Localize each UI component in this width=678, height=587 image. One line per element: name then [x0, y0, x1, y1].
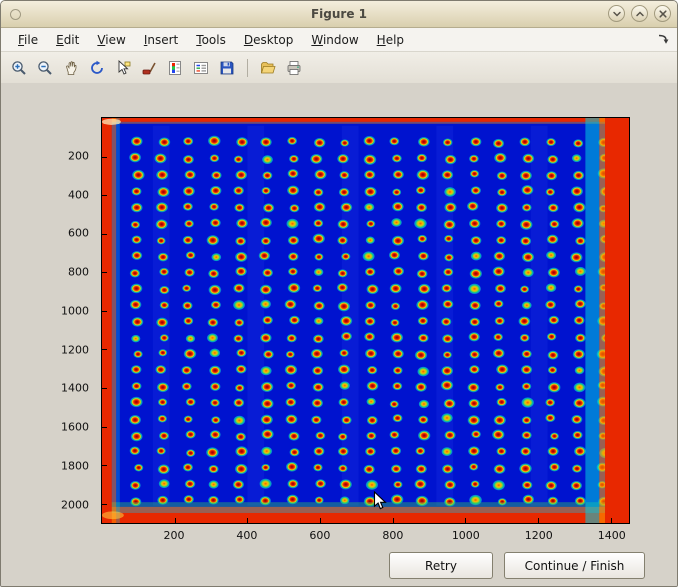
close-button[interactable]: [654, 5, 671, 22]
y-tick-label: 600: [68, 227, 89, 240]
pan-icon: [63, 60, 79, 76]
x-tick-label: 200: [163, 529, 184, 542]
open-folder-button[interactable]: [256, 56, 280, 80]
y-tick-label: 200: [68, 149, 89, 162]
insert-legend-button[interactable]: [189, 56, 213, 80]
data-cursor-icon: [115, 60, 131, 76]
insert-colorbar-button[interactable]: [163, 56, 187, 80]
menubar: File Edit View Insert Tools Desktop Wind…: [1, 28, 677, 52]
titlebar[interactable]: Figure 1: [1, 1, 677, 28]
window-buttons: [608, 5, 671, 22]
dock-figure-icon: [656, 32, 670, 46]
menu-insert[interactable]: Insert: [135, 30, 187, 50]
pan-button[interactable]: [59, 56, 83, 80]
rotate-3d-button[interactable]: [85, 56, 109, 80]
y-tick-label: 800: [68, 266, 89, 279]
zoom-out-icon: [37, 60, 53, 76]
open-folder-icon: [260, 60, 276, 76]
continue-finish-button[interactable]: Continue / Finish: [504, 552, 645, 579]
y-axis-labels: 200 400 600 800 1000 1200 1400 1600 1800 2000: [1, 117, 95, 524]
minimize-button[interactable]: [608, 5, 625, 22]
menu-help[interactable]: Help: [368, 30, 413, 50]
x-tick-label: 1200: [525, 529, 553, 542]
window-title: Figure 1: [1, 7, 677, 21]
y-tick-label: 1200: [61, 343, 89, 356]
rotate-3d-icon: [89, 60, 105, 76]
brush-button[interactable]: [137, 56, 161, 80]
y-tick-label: 1400: [61, 382, 89, 395]
y-tick-label: 400: [68, 188, 89, 201]
maximize-button[interactable]: [631, 5, 648, 22]
dock-figure-button[interactable]: [655, 32, 671, 48]
figure-toolbar: [1, 52, 677, 84]
y-tick-label: 1000: [61, 304, 89, 317]
save-figure-icon: [219, 60, 235, 76]
zoom-out-button[interactable]: [33, 56, 57, 80]
chevron-up-icon: [635, 9, 645, 19]
retry-button[interactable]: Retry: [389, 552, 493, 579]
x-tick-label: 1000: [452, 529, 480, 542]
chevron-down-icon: [612, 9, 622, 19]
y-tick-label: 1800: [61, 459, 89, 472]
print-icon: [286, 60, 302, 76]
close-icon: [658, 9, 668, 19]
menu-desktop[interactable]: Desktop: [235, 30, 303, 50]
toolbar-separator: [247, 59, 248, 77]
figure-window: Figure 1 File Edit View: [0, 0, 678, 587]
y-tick-label: 1600: [61, 421, 89, 434]
zoom-in-icon: [11, 60, 27, 76]
x-axis-labels: 200 400 600 800 1000 1200 1400: [101, 527, 630, 543]
menu-file[interactable]: File: [9, 30, 47, 50]
y-tick-label: 2000: [61, 498, 89, 511]
menu-window[interactable]: Window: [302, 30, 367, 50]
plot-area[interactable]: [101, 117, 630, 524]
brush-icon: [141, 60, 157, 76]
print-button[interactable]: [282, 56, 306, 80]
menu-view[interactable]: View: [88, 30, 134, 50]
x-tick-label: 400: [236, 529, 257, 542]
save-figure-button[interactable]: [215, 56, 239, 80]
x-tick-label: 800: [382, 529, 403, 542]
menu-tools[interactable]: Tools: [187, 30, 235, 50]
zoom-in-button[interactable]: [7, 56, 31, 80]
menu-edit[interactable]: Edit: [47, 30, 88, 50]
insert-legend-icon: [193, 60, 209, 76]
x-tick-label: 1400: [598, 529, 626, 542]
data-cursor-button[interactable]: [111, 56, 135, 80]
x-tick-label: 600: [309, 529, 330, 542]
figure-canvas: 200 400 600 800 1000 1200 1400 1600 1800 2000 200…: [1, 83, 677, 586]
microarray-image[interactable]: [102, 118, 629, 523]
insert-colorbar-icon: [167, 60, 183, 76]
